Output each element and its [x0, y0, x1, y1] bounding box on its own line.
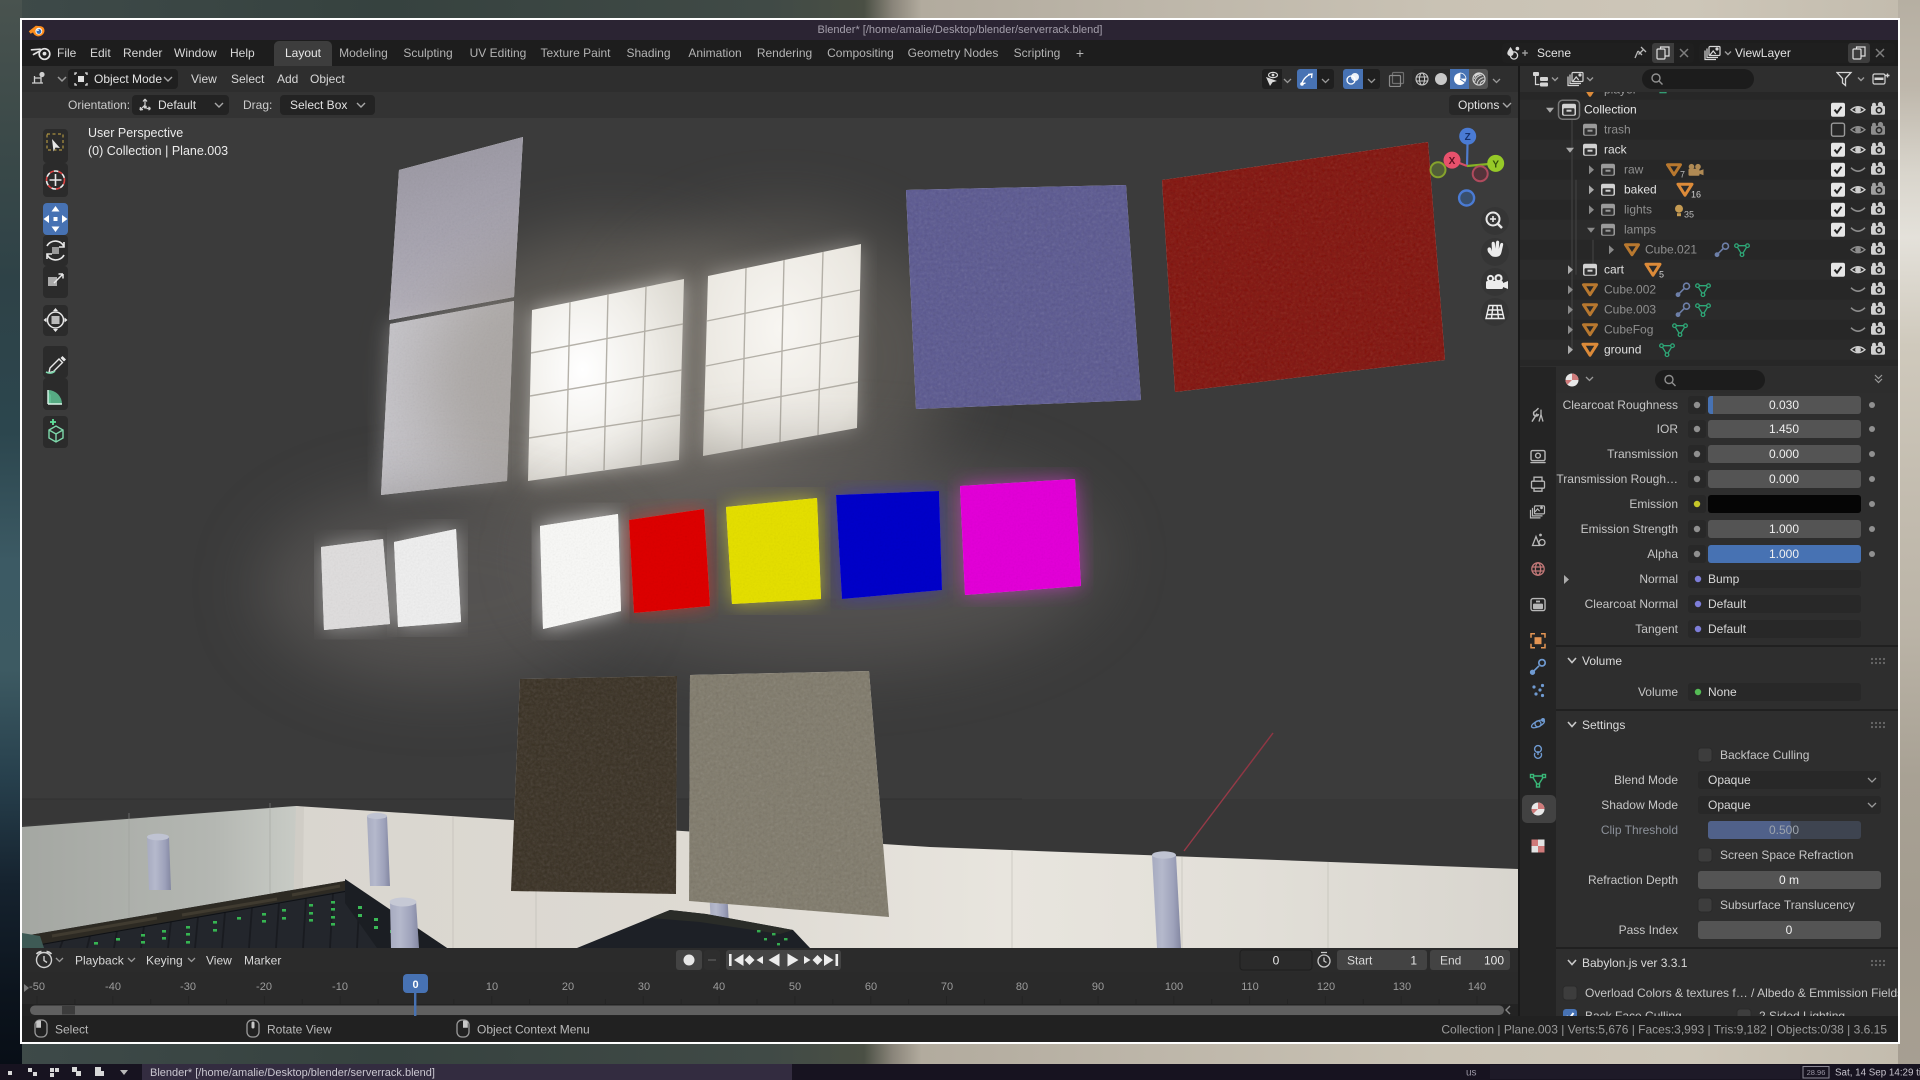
svg-text:Y: Y [1492, 160, 1499, 171]
svg-text:(0) Collection | Plane.003: (0) Collection | Plane.003 [88, 144, 228, 158]
svg-text:Clip Threshold: Clip Threshold [1601, 823, 1678, 837]
svg-text:Tangent: Tangent [1635, 622, 1678, 636]
svg-text:Overload Colors & textures f…: Overload Colors & textures f… / Albedo &… [1585, 986, 1898, 1000]
svg-text:28.96: 28.96 [1807, 1068, 1826, 1077]
svg-text:16: 16 [1691, 190, 1701, 200]
svg-text:Object Context Menu: Object Context Menu [477, 1023, 590, 1037]
svg-text:Z: Z [1465, 132, 1471, 143]
svg-text:Alpha: Alpha [1647, 547, 1678, 561]
svg-text:7: 7 [1680, 170, 1685, 180]
svg-text:140: 140 [1468, 981, 1486, 993]
svg-text:Clearcoat Roughness: Clearcoat Roughness [1563, 398, 1678, 412]
svg-text:50: 50 [789, 981, 801, 993]
svg-text:1.450: 1.450 [1769, 422, 1799, 436]
svg-text:Shadow Mode: Shadow Mode [1601, 798, 1678, 812]
svg-text:Screen Space Refraction: Screen Space Refraction [1720, 848, 1853, 862]
svg-text:Marker: Marker [244, 954, 281, 968]
svg-text:Volume: Volume [1638, 685, 1678, 699]
svg-text:rack: rack [1604, 143, 1628, 157]
svg-text:60: 60 [865, 981, 877, 993]
svg-text:User Perspective: User Perspective [88, 126, 183, 140]
svg-text:30: 30 [638, 981, 650, 993]
svg-text:X: X [1449, 156, 1456, 167]
svg-text:Select: Select [55, 1023, 89, 1037]
svg-text:Emission: Emission [1629, 497, 1678, 511]
svg-text:-50: -50 [29, 981, 45, 993]
svg-text:40: 40 [713, 981, 725, 993]
svg-text:0: 0 [1273, 954, 1280, 968]
svg-text:0: 0 [1786, 923, 1793, 937]
svg-text:Default: Default [1708, 622, 1747, 636]
svg-text:120: 120 [1317, 981, 1335, 993]
svg-text:90: 90 [1092, 981, 1104, 993]
svg-text:20: 20 [562, 981, 574, 993]
svg-text:80: 80 [1016, 981, 1028, 993]
svg-text:View: View [206, 954, 232, 968]
svg-text:100: 100 [1484, 954, 1504, 968]
svg-text:Sat, 14 Sep 14:29 tile: Sat, 14 Sep 14:29 tile [1835, 1068, 1920, 1079]
svg-text:Back Face Culling: Back Face Culling [1585, 1009, 1682, 1016]
svg-text:Start: Start [1347, 954, 1373, 968]
svg-text:CubeFog: CubeFog [1604, 323, 1653, 337]
svg-text:Pass Index: Pass Index [1619, 923, 1678, 937]
svg-text:-20: -20 [256, 981, 272, 993]
svg-text:Clearcoat Normal: Clearcoat Normal [1585, 597, 1678, 611]
svg-text:10: 10 [486, 981, 498, 993]
svg-text:Blender* [/home/amalie/Desktop: Blender* [/home/amalie/Desktop/blender/s… [150, 1067, 435, 1079]
svg-text:130: 130 [1393, 981, 1411, 993]
svg-text:Refraction Depth: Refraction Depth [1588, 873, 1678, 887]
svg-text:-10: -10 [332, 981, 348, 993]
svg-text:Default: Default [1708, 597, 1747, 611]
svg-text:0.030: 0.030 [1769, 398, 1799, 412]
svg-text:1: 1 [1410, 954, 1417, 968]
svg-text:Cube.003: Cube.003 [1604, 303, 1656, 317]
svg-text:-40: -40 [105, 981, 121, 993]
svg-text:110: 110 [1241, 981, 1259, 993]
svg-text:0: 0 [412, 979, 418, 991]
svg-text:Keying: Keying [146, 954, 183, 968]
svg-text:1.000: 1.000 [1769, 522, 1799, 536]
svg-text:0.000: 0.000 [1769, 472, 1799, 486]
svg-text:5: 5 [1659, 270, 1664, 280]
svg-text:Backface Culling: Backface Culling [1720, 748, 1809, 762]
svg-text:0 m: 0 m [1779, 873, 1799, 887]
svg-text:Emission Strength: Emission Strength [1581, 522, 1678, 536]
svg-text:100: 100 [1165, 981, 1183, 993]
svg-text:Bump: Bump [1708, 572, 1740, 586]
svg-text:0.000: 0.000 [1769, 447, 1799, 461]
svg-text:cart: cart [1604, 263, 1625, 277]
svg-text:-30: -30 [180, 981, 196, 993]
svg-text:35: 35 [1684, 210, 1694, 220]
svg-text:Volume: Volume [1582, 654, 1622, 668]
svg-text:0.500: 0.500 [1769, 823, 1799, 837]
svg-text:Collection | Plane.003 | Verts: Collection | Plane.003 | Verts:5,676 | F… [1441, 1023, 1887, 1037]
svg-text:baked: baked [1624, 183, 1657, 197]
svg-text:None: None [1708, 685, 1737, 699]
svg-text:Collection: Collection [1584, 103, 1637, 117]
svg-text:Playback: Playback [75, 954, 125, 968]
svg-text:Settings: Settings [1582, 718, 1625, 732]
svg-text:End: End [1440, 954, 1461, 968]
svg-text:IOR: IOR [1657, 422, 1679, 436]
svg-text:Babylon.js ver 3.3.1: Babylon.js ver 3.3.1 [1582, 956, 1688, 970]
svg-text:Cube.021: Cube.021 [1645, 243, 1697, 257]
svg-text:70: 70 [941, 981, 953, 993]
svg-text:trash: trash [1604, 123, 1631, 137]
svg-text:Rotate View: Rotate View [267, 1023, 332, 1037]
svg-text:ground: ground [1604, 343, 1641, 357]
svg-text:Opaque: Opaque [1708, 773, 1751, 787]
svg-text:lights: lights [1624, 203, 1652, 217]
svg-text:2 Sided Lighting: 2 Sided Lighting [1759, 1009, 1845, 1016]
svg-text:Cube.002: Cube.002 [1604, 283, 1656, 297]
svg-text:us: us [1466, 1068, 1477, 1079]
svg-text:1.000: 1.000 [1769, 547, 1799, 561]
svg-text:Transmission Rough…: Transmission Rough… [1556, 472, 1678, 486]
svg-text:Transmission: Transmission [1607, 447, 1678, 461]
svg-text:Normal: Normal [1639, 572, 1678, 586]
svg-text:raw: raw [1624, 163, 1644, 177]
svg-text:Opaque: Opaque [1708, 798, 1751, 812]
svg-text:Subsurface Translucency: Subsurface Translucency [1720, 898, 1855, 912]
svg-text:Blend Mode: Blend Mode [1614, 773, 1678, 787]
svg-text:lamps: lamps [1624, 223, 1656, 237]
